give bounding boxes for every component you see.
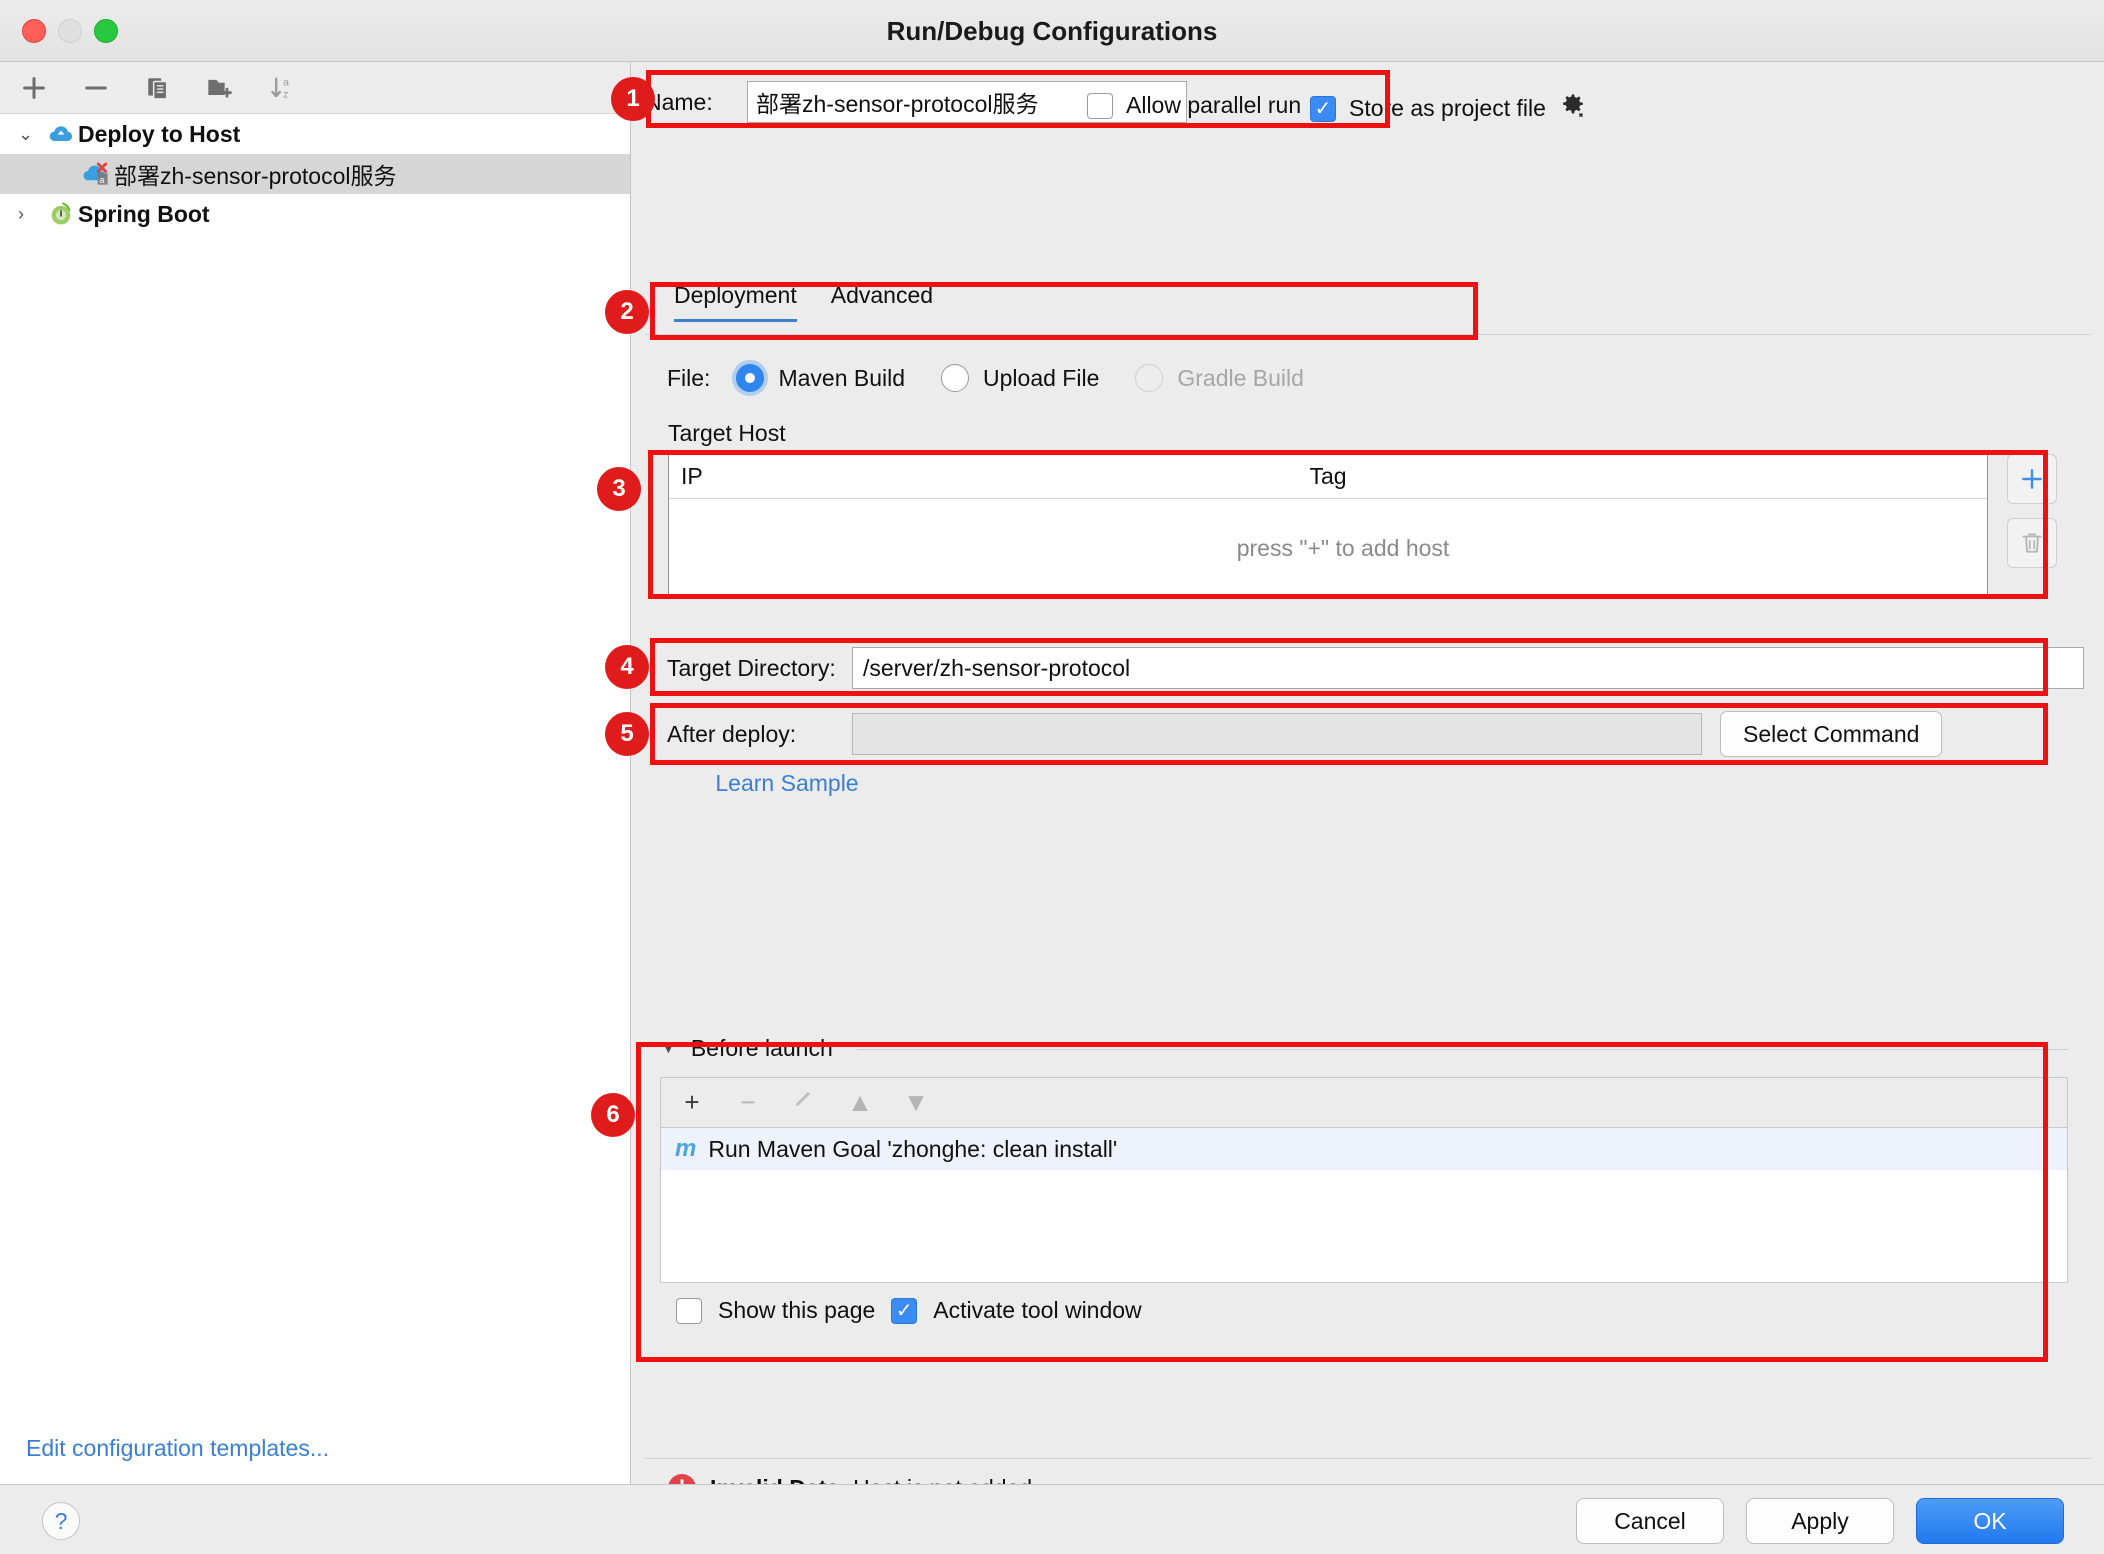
configuration-editor-panel: Name: Allow parallel run ✓ Store as proj… [632, 62, 2104, 1502]
file-label: File: [667, 364, 711, 391]
annotation-badge-6: 6 [591, 1093, 635, 1137]
remove-task-icon: − [740, 1087, 756, 1117]
sort-alphabetically-icon[interactable]: a z [264, 70, 300, 106]
before-launch-section: ▼ Before launch + − ▲ ▼ m Run Maven Goal… [660, 1027, 2068, 1324]
annotation-badge-3: 3 [597, 467, 641, 511]
window-title: Run/Debug Configurations [886, 15, 1218, 46]
checkbox-box[interactable] [1087, 92, 1113, 119]
before-launch-header[interactable]: ▼ Before launch [660, 1027, 2068, 1069]
before-launch-toolbar: + − ▲ ▼ [660, 1077, 2068, 1127]
column-header-tag: Tag [1309, 463, 1347, 489]
tabs-divider [645, 334, 2091, 335]
new-folder-icon[interactable] [202, 70, 238, 106]
edit-task-icon [789, 1087, 819, 1118]
gear-icon[interactable] [1559, 92, 1587, 125]
store-as-project-file-checkbox[interactable]: ✓ Store as project file [1310, 92, 1587, 125]
file-type-row: File: Maven Build Upload File Gradle Bui… [652, 349, 1326, 407]
dialog-actions: Cancel Apply OK [1576, 1498, 2064, 1544]
before-launch-task-list[interactable]: m Run Maven Goal 'zhonghe: clean install… [660, 1127, 2068, 1283]
svg-text:a: a [100, 175, 105, 185]
remove-configuration-icon[interactable] [78, 70, 114, 106]
target-host-actions [2007, 454, 2057, 568]
add-task-icon[interactable]: + [677, 1087, 707, 1118]
annotation-badge-1: 1 [611, 77, 655, 121]
run-debug-configurations-dialog: Run/Debug Configurations a z ⌄ Deploy to… [0, 0, 2104, 1554]
before-launch-title: Before launch [690, 1034, 833, 1061]
learn-sample-link[interactable]: Learn Sample [662, 770, 912, 797]
show-this-page-label: Show this page [718, 1297, 876, 1323]
after-deploy-label: After deploy: [667, 720, 797, 747]
annotation-badge-4: 4 [605, 645, 649, 689]
edit-configuration-templates-link[interactable]: Edit configuration templates... [26, 1435, 329, 1462]
target-directory-row: Target Directory: [652, 642, 2084, 694]
annotation-badge-2: 2 [605, 290, 649, 334]
maven-icon: m [675, 1135, 697, 1162]
move-up-icon: ▲ [847, 1087, 873, 1117]
target-host-empty-message: press "+" to add host [1236, 535, 1450, 561]
add-configuration-icon[interactable] [16, 70, 52, 106]
name-label: Name: [645, 88, 713, 115]
allow-parallel-run-label: Allow parallel run [1126, 92, 1302, 118]
radio-maven-build-label[interactable]: Maven Build [778, 365, 905, 392]
radio-gradle-build [1135, 364, 1164, 392]
delete-host-button [2007, 518, 2057, 568]
copy-configuration-icon[interactable] [140, 70, 176, 106]
store-as-project-file-label: Store as project file [1349, 95, 1546, 121]
spring-boot-icon [44, 200, 78, 228]
help-button[interactable]: ? [42, 1502, 80, 1540]
target-directory-label: Target Directory: [667, 654, 836, 681]
deploy-config-icon: a [80, 159, 114, 189]
tree-item-label: Deploy to Host [78, 120, 241, 147]
activate-tool-window-label: Activate tool window [933, 1297, 1142, 1323]
checkbox-box[interactable]: ✓ [1310, 95, 1336, 122]
svg-text:z: z [283, 88, 288, 100]
target-host-table[interactable]: IP Tag press "+" to add host [668, 454, 1988, 599]
tree-item-deploy-to-host[interactable]: ⌄ Deploy to Host [0, 114, 630, 154]
add-host-button[interactable] [2007, 454, 2057, 504]
collapse-arrow-icon[interactable]: ▼ [660, 1038, 677, 1058]
svg-text:a: a [283, 76, 289, 88]
sidebar-toolbar: a z [0, 62, 630, 114]
radio-upload-file[interactable] [941, 364, 970, 392]
before-launch-options: Show this page ✓ Activate tool window [660, 1297, 2068, 1324]
cloud-icon [44, 120, 78, 148]
radio-maven-build[interactable] [736, 364, 765, 392]
ok-button[interactable]: OK [1916, 1498, 2064, 1544]
target-directory-input[interactable] [852, 647, 2084, 689]
after-deploy-row: After deploy: Select Command [652, 708, 2084, 760]
tree-item-spring-boot[interactable]: › Spring Boot [0, 194, 630, 234]
chevron-right-icon[interactable]: › [18, 204, 44, 225]
allow-parallel-run-checkbox[interactable]: Allow parallel run [1087, 92, 1301, 119]
status-divider [645, 1458, 2091, 1459]
activate-tool-window-checkbox[interactable]: ✓ [891, 1297, 918, 1324]
after-deploy-input [852, 713, 1702, 755]
chevron-down-icon[interactable]: ⌄ [18, 124, 44, 145]
tree-item-label: Spring Boot [78, 200, 210, 227]
window-titlebar: Run/Debug Configurations [0, 0, 2104, 62]
show-this-page-checkbox[interactable] [676, 1297, 702, 1324]
annotation-badge-5: 5 [605, 712, 649, 756]
tree-item-deploy-zh-sensor-protocol[interactable]: a 部署zh-sensor-protocol服务 [0, 154, 630, 194]
radio-upload-file-label[interactable]: Upload File [983, 365, 1099, 392]
configurations-sidebar: a z ⌄ Deploy to Host a 部署zh-sensor-proto… [0, 62, 631, 1484]
tab-deployment[interactable]: Deployment [674, 282, 797, 322]
cancel-button[interactable]: Cancel [1576, 1498, 1724, 1544]
tab-advanced[interactable]: Advanced [831, 282, 933, 322]
list-item[interactable]: m Run Maven Goal 'zhonghe: clean install… [661, 1128, 2067, 1170]
configurations-tree: ⌄ Deploy to Host a 部署zh-sensor-protocol服… [0, 114, 630, 234]
dialog-footer: ? Cancel Apply OK [0, 1484, 2104, 1554]
radio-gradle-build-label: Gradle Build [1177, 364, 1304, 391]
apply-button[interactable]: Apply [1746, 1498, 1894, 1544]
before-launch-task-label: Run Maven Goal 'zhonghe: clean install' [708, 1135, 1118, 1162]
name-row: Name: Allow parallel run ✓ Store as proj… [645, 72, 2091, 132]
target-host-section-label: Target Host [668, 420, 786, 446]
editor-tabs: Deployment Advanced [674, 282, 933, 322]
tree-item-label: 部署zh-sensor-protocol服务 [114, 163, 397, 189]
section-divider [856, 1049, 2068, 1050]
move-down-icon: ▼ [903, 1087, 929, 1117]
select-command-button[interactable]: Select Command [1720, 711, 1943, 757]
target-host-table-header: IP Tag [669, 455, 1987, 499]
